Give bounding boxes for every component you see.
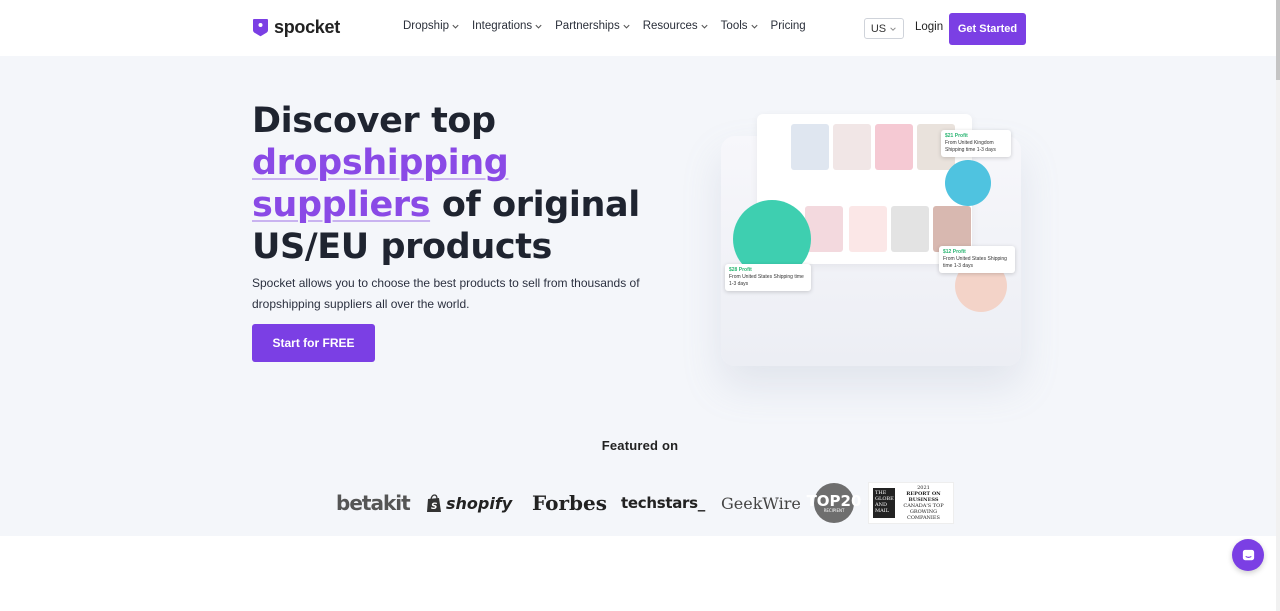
headline-highlight-2: suppliers <box>252 185 431 225</box>
tag-origin: United Kingdom <box>958 140 994 146</box>
start-free-button[interactable]: Start for FREE <box>252 324 375 362</box>
tag-origin-label: From <box>729 274 741 280</box>
tag-origin: United States <box>742 274 773 280</box>
headline-part-3: US/EU products <box>252 227 552 267</box>
nav-pricing[interactable]: Pricing <box>771 20 806 32</box>
shopify-logo: S shopify <box>426 482 512 524</box>
nav-tools[interactable]: Tools <box>721 20 759 32</box>
product-thumb <box>805 206 843 252</box>
featured-on-title: Featured on <box>601 438 679 453</box>
nav-dropship-label: Dropship <box>403 20 450 32</box>
nav-pricing-label: Pricing <box>770 20 806 32</box>
tag-profit: $12 Profit <box>943 249 966 255</box>
press-logos: betakit S shopify Forbes techstars_ Geek… <box>336 482 956 524</box>
brand-name: spocket <box>274 17 340 37</box>
scrollbar-track[interactable] <box>1276 0 1280 611</box>
product-marketplace-illustration: $28 Profit From United States Shipping t… <box>715 100 1025 370</box>
tag-origin-label: From <box>943 256 955 262</box>
headline-highlight-1: dropshipping <box>252 143 509 183</box>
top20-sub: RECIPIENT <box>823 507 845 513</box>
shopify-bag-icon: S <box>427 493 441 512</box>
top20-badge: TOP20 RECIPIENT <box>807 483 861 523</box>
forbes-logo: Forbes <box>532 491 607 515</box>
spocket-logo[interactable]: spocket <box>252 17 340 38</box>
product-thumb <box>791 124 829 170</box>
tag-profit: $28 Profit <box>729 267 752 273</box>
tag-origin-label: From <box>945 140 957 146</box>
headline-part-1: Discover top <box>252 101 496 141</box>
nav-integrations[interactable]: Integrations <box>472 20 543 32</box>
tag-origin: United States <box>956 256 987 262</box>
techstars-logo: techstars_ <box>621 494 705 512</box>
language-select[interactable]: US <box>864 18 904 39</box>
product-thumb <box>891 206 929 252</box>
hero-subtitle: Spocket allows you to choose the best pr… <box>252 276 640 311</box>
tag-shipping: 1-3 days <box>729 281 749 287</box>
tag-shipping: 1-3 days <box>976 147 996 153</box>
nav-tools-label: Tools <box>720 20 748 32</box>
chevron-down-icon <box>701 24 708 29</box>
tag-shipping-label: Shipping time <box>773 274 804 280</box>
tag-shipping-label: Shipping time <box>945 147 976 153</box>
shoes-bubble <box>945 160 991 206</box>
betakit-logo: betakit <box>336 491 411 515</box>
globe-and-mail-mark: THE GLOBE AND MAIL <box>873 488 895 518</box>
product-thumb <box>849 206 887 252</box>
hero-headline: Discover top dropshipping suppliers of o… <box>252 100 672 268</box>
chevron-down-icon <box>535 24 542 29</box>
nav-resources-label: Resources <box>642 20 698 32</box>
shopify-wordmark: shopify <box>446 493 513 513</box>
main-menu: Dropship Integrations Partnerships Resou… <box>403 20 818 32</box>
tag-profit: $21 Profit <box>945 133 968 139</box>
supplier-tag: $21 Profit From United Kingdom Shipping … <box>941 130 1011 157</box>
hero-section: Discover top dropshipping suppliers of o… <box>0 56 1280 536</box>
globe-title: REPORT ON BUSINESS <box>906 491 941 503</box>
nav-resources[interactable]: Resources <box>643 20 709 32</box>
chat-launcher-button[interactable] <box>1232 539 1264 571</box>
geekwire-logo: GeekWire <box>721 493 801 513</box>
nav-partnerships-label: Partnerships <box>555 20 620 32</box>
spocket-logo-icon <box>253 19 268 37</box>
svg-text:S: S <box>431 502 437 512</box>
login-link[interactable]: Login <box>915 21 943 33</box>
globe-and-mail-badge: THE GLOBE AND MAIL 2021 REPORT ON BUSINE… <box>868 482 954 524</box>
get-started-button[interactable]: Get Started <box>949 13 1026 45</box>
language-value: US <box>870 22 887 35</box>
chevron-down-icon <box>890 26 896 31</box>
nav-dropship[interactable]: Dropship <box>403 20 460 32</box>
globe-sub: CANADA'S TOP GROWING COMPANIES <box>903 503 944 521</box>
top20-label: TOP20 <box>806 491 862 510</box>
chevron-down-icon <box>750 24 758 29</box>
top-navbar: spocket Dropship Integrations Partnershi… <box>0 0 1280 56</box>
headline-part-2: of original <box>441 185 640 225</box>
product-thumb <box>833 124 871 170</box>
product-thumb <box>875 124 913 170</box>
supplier-tag: $12 Profit From United States Shipping t… <box>939 246 1015 273</box>
globe-and-mail-text: 2021 REPORT ON BUSINESS CANADA'S TOP GRO… <box>898 485 949 521</box>
tag-shipping: 1-3 days <box>953 263 974 269</box>
supplier-tag: $28 Profit From United States Shipping t… <box>725 264 811 291</box>
scrollbar-thumb[interactable] <box>1276 0 1280 80</box>
chevron-down-icon <box>623 24 630 29</box>
chat-icon <box>1242 549 1254 560</box>
chevron-down-icon <box>452 24 459 29</box>
nav-partnerships[interactable]: Partnerships <box>555 20 631 32</box>
nav-integrations-label: Integrations <box>472 20 533 32</box>
